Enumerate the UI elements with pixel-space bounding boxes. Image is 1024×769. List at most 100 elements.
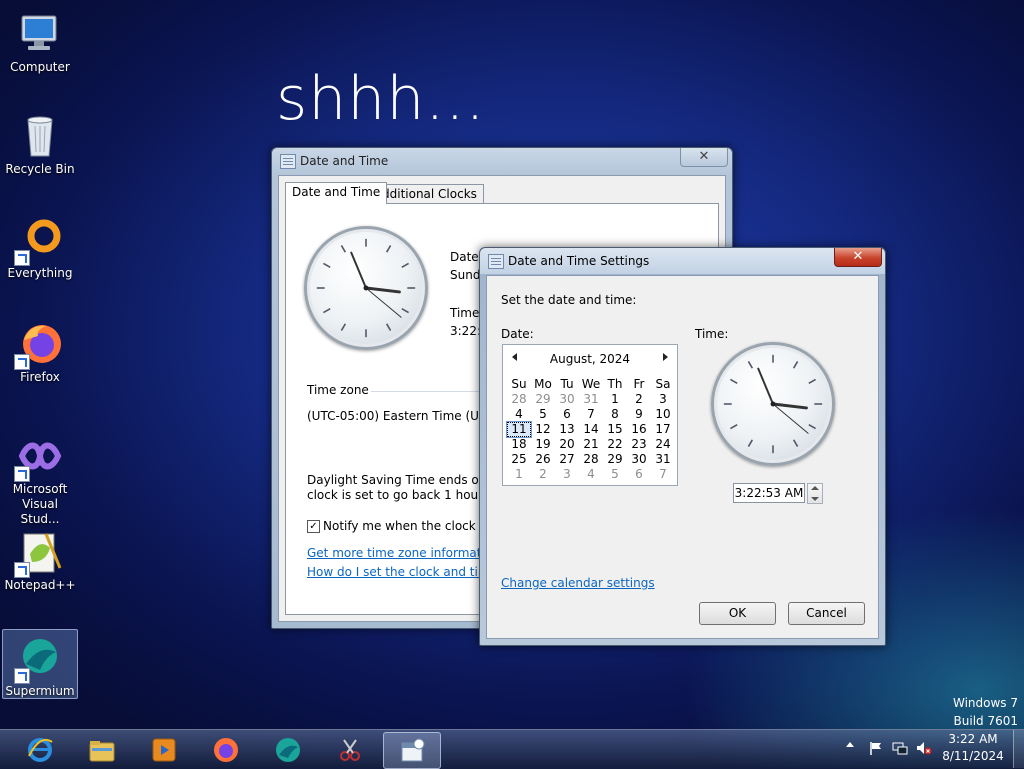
next-month-arrow-icon[interactable] <box>663 353 668 361</box>
time-spinner[interactable] <box>807 483 823 504</box>
calendar[interactable]: August, 2024 Su Mo Tu We Th Fr Sa 28 29 … <box>502 344 678 486</box>
calendar-day[interactable]: 30 <box>555 392 579 407</box>
calendar-day[interactable]: 7 <box>579 407 603 422</box>
time-input[interactable]: 3:22:53 AM <box>733 483 805 503</box>
desktop-icon-computer[interactable]: Computer <box>2 2 78 78</box>
calendar-day[interactable]: 26 <box>531 452 555 467</box>
weekday-header: Mo <box>534 377 552 391</box>
notify-label: Notify me when the clock cha <box>323 519 502 533</box>
taskbar-internet-explorer[interactable] <box>12 732 68 767</box>
firefox-icon <box>214 738 238 762</box>
date-and-time-settings-dialog[interactable]: Date and Time Settings ✕ Set the date an… <box>479 247 886 646</box>
desktop-icon-visual-studio[interactable]: Microsoft Visual Stud... <box>2 424 78 526</box>
notepad-plus-plus-icon <box>14 528 64 578</box>
calendar-month-year[interactable]: August, 2024 <box>503 352 677 366</box>
watermark-line2: Build 7601 <box>953 714 1018 728</box>
desktop-icon-label: Computer <box>10 60 70 74</box>
taskbar-date-time-settings[interactable] <box>383 732 441 769</box>
calendar-day[interactable]: 23 <box>627 437 651 452</box>
title-bar[interactable]: Date and Time Settings ✕ <box>480 248 885 274</box>
calendar-icon <box>401 738 425 762</box>
change-calendar-settings-link[interactable]: Change calendar settings <box>501 576 655 590</box>
show-desktop-button[interactable] <box>1013 730 1024 768</box>
date-label: Date: <box>450 250 483 264</box>
calendar-day[interactable]: 25 <box>507 452 531 467</box>
taskbar-windows-explorer[interactable] <box>74 732 130 767</box>
close-button[interactable]: ✕ <box>680 148 728 167</box>
desktop-icon-notepad-plus-plus[interactable]: Notepad++ <box>2 520 78 598</box>
calendar-day[interactable]: 22 <box>603 437 627 452</box>
calendar-day[interactable]: 2 <box>531 467 555 482</box>
calendar-day[interactable]: 9 <box>627 407 651 422</box>
calendar-day[interactable]: 21 <box>579 437 603 452</box>
calendar-day[interactable]: 10 <box>651 407 675 422</box>
calendar-day[interactable]: 31 <box>651 452 675 467</box>
desktop-icon-firefox[interactable]: Firefox <box>2 312 78 392</box>
calendar-day[interactable]: 17 <box>651 422 675 437</box>
calendar-day[interactable]: 30 <box>627 452 651 467</box>
calendar-day[interactable]: 15 <box>603 422 627 437</box>
weekday-header: Fr <box>633 377 645 391</box>
calendar-day[interactable]: 1 <box>603 392 627 407</box>
firefox-icon <box>14 320 64 370</box>
volume-muted-icon[interactable] <box>916 741 932 755</box>
calendar-day[interactable]: 7 <box>651 467 675 482</box>
shortcut-arrow-icon <box>14 562 30 578</box>
tab-date-and-time[interactable]: Date and Time <box>285 182 388 204</box>
folder-icon <box>89 741 115 762</box>
calendar-day[interactable]: 31 <box>579 392 603 407</box>
wallpaper-text: shhh... <box>276 64 486 134</box>
clock-time: 3:22 AM <box>948 732 998 746</box>
calendar-day[interactable]: 29 <box>531 392 555 407</box>
desktop-icon-recycle-bin[interactable]: Recycle Bin <box>2 104 78 184</box>
calendar-day[interactable]: 5 <box>531 407 555 422</box>
calendar-day-selected[interactable]: 11 <box>506 421 532 438</box>
calendar-day[interactable]: 3 <box>555 467 579 482</box>
date-label: Date: <box>501 327 534 341</box>
calendar-day[interactable]: 2 <box>627 392 651 407</box>
calendar-day[interactable]: 14 <box>579 422 603 437</box>
notify-checkbox[interactable]: ✓ <box>307 520 320 533</box>
taskbar-clock[interactable]: 3:22 AM 8/11/2024 <box>938 731 1008 765</box>
desktop-icon-everything[interactable]: Everything <box>2 208 78 288</box>
show-hidden-icons-icon[interactable] <box>846 742 854 747</box>
calendar-day[interactable]: 8 <box>603 407 627 422</box>
calendar-day[interactable]: 3 <box>651 392 675 407</box>
calendar-day[interactable]: 28 <box>579 452 603 467</box>
calendar-day[interactable]: 18 <box>507 437 531 452</box>
calendar-day[interactable]: 6 <box>555 407 579 422</box>
calendar-day[interactable]: 28 <box>507 392 531 407</box>
calendar-day[interactable]: 24 <box>651 437 675 452</box>
desktop-icon-label: Firefox <box>20 370 60 384</box>
weekday-header: Th <box>607 377 623 391</box>
clock-face-icon <box>723 354 823 454</box>
how-to-set-clock-link[interactable]: How do I set the clock and time z <box>307 565 507 579</box>
taskbar-snipping-tool[interactable] <box>322 732 378 767</box>
calendar-day[interactable]: 5 <box>603 467 627 482</box>
taskbar-firefox[interactable] <box>198 732 254 767</box>
shortcut-arrow-icon <box>14 466 30 482</box>
calendar-day[interactable]: 1 <box>507 467 531 482</box>
network-icon[interactable] <box>892 741 908 755</box>
visual-studio-icon <box>14 432 64 482</box>
desktop-icon-supermium[interactable]: Supermium <box>2 629 78 699</box>
title-bar[interactable]: Date and Time ✕ <box>272 148 732 174</box>
taskbar-supermium[interactable] <box>260 732 316 767</box>
close-button[interactable]: ✕ <box>834 248 882 267</box>
calendar-day[interactable]: 19 <box>531 437 555 452</box>
calendar-day[interactable]: 4 <box>507 407 531 422</box>
calendar-day[interactable]: 6 <box>627 467 651 482</box>
taskbar-windows-media-player[interactable] <box>136 732 192 767</box>
calendar-day[interactable]: 29 <box>603 452 627 467</box>
supermium-icon <box>14 634 64 684</box>
calendar-day[interactable]: 27 <box>555 452 579 467</box>
calendar-day[interactable]: 20 <box>555 437 579 452</box>
calendar-day[interactable]: 16 <box>627 422 651 437</box>
calendar-day[interactable]: 4 <box>579 467 603 482</box>
cancel-button[interactable]: Cancel <box>788 602 865 625</box>
calendar-day[interactable]: 12 <box>531 422 555 437</box>
ok-button[interactable]: OK <box>699 602 776 625</box>
analog-clock <box>711 342 835 466</box>
calendar-day[interactable]: 13 <box>555 422 579 437</box>
action-center-flag-icon[interactable] <box>868 741 884 755</box>
